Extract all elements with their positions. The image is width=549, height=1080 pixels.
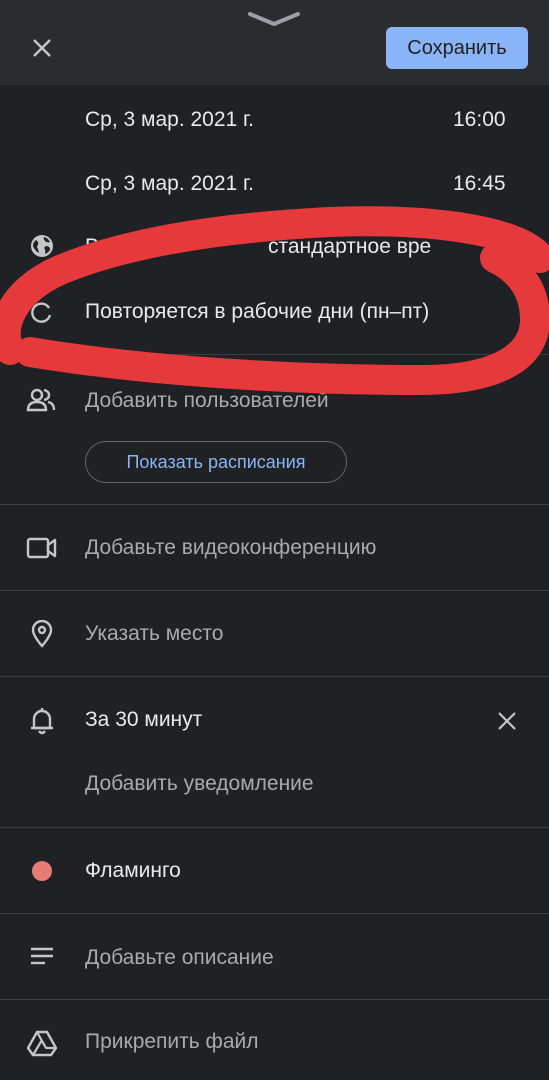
timezone-tail[interactable]: стандартное вре [268,235,431,259]
close-icon [498,712,516,730]
divider [0,354,549,355]
start-time[interactable]: 16:00 [453,108,506,132]
divider [0,504,549,505]
end-date[interactable]: Ср, 3 мар. 2021 г. [85,172,254,196]
remove-notification-button[interactable] [494,708,520,734]
description-field[interactable]: Добавьте описание [85,946,274,970]
add-notification-button[interactable]: Добавить уведомление [85,772,314,796]
globe-icon [28,232,56,260]
drive-icon [26,1028,58,1058]
divider [0,913,549,914]
notes-icon [28,944,56,968]
timezone-visible[interactable]: Вл [85,235,111,259]
color-swatch [32,861,52,881]
bell-icon [29,706,55,736]
event-color-label[interactable]: Фламинго [85,859,181,883]
close-icon [33,39,51,57]
recurrence-label[interactable]: Повторяется в рабочие дни (пн–пт) [85,300,429,324]
divider [0,590,549,591]
location-field[interactable]: Указать место [85,622,223,646]
divider [0,999,549,1000]
start-date[interactable]: Ср, 3 мар. 2021 г. [85,108,254,132]
close-button[interactable] [22,28,62,68]
notification-item[interactable]: За 30 минут [85,708,202,732]
people-icon [26,386,56,414]
divider [0,827,549,828]
show-schedules-button[interactable]: Показать расписания [85,441,347,483]
end-time[interactable]: 16:45 [453,172,506,196]
add-guests-field[interactable]: Добавить пользователей [85,389,329,413]
drag-handle-icon[interactable] [246,8,302,28]
divider [0,676,549,677]
save-button[interactable]: Сохранить [386,27,528,69]
video-camera-icon [26,535,58,561]
attach-file-button[interactable]: Прикрепить файл [85,1030,259,1054]
location-pin-icon [30,619,54,649]
repeat-icon [28,298,56,326]
add-video-conference[interactable]: Добавьте видеоконференцию [85,536,376,560]
